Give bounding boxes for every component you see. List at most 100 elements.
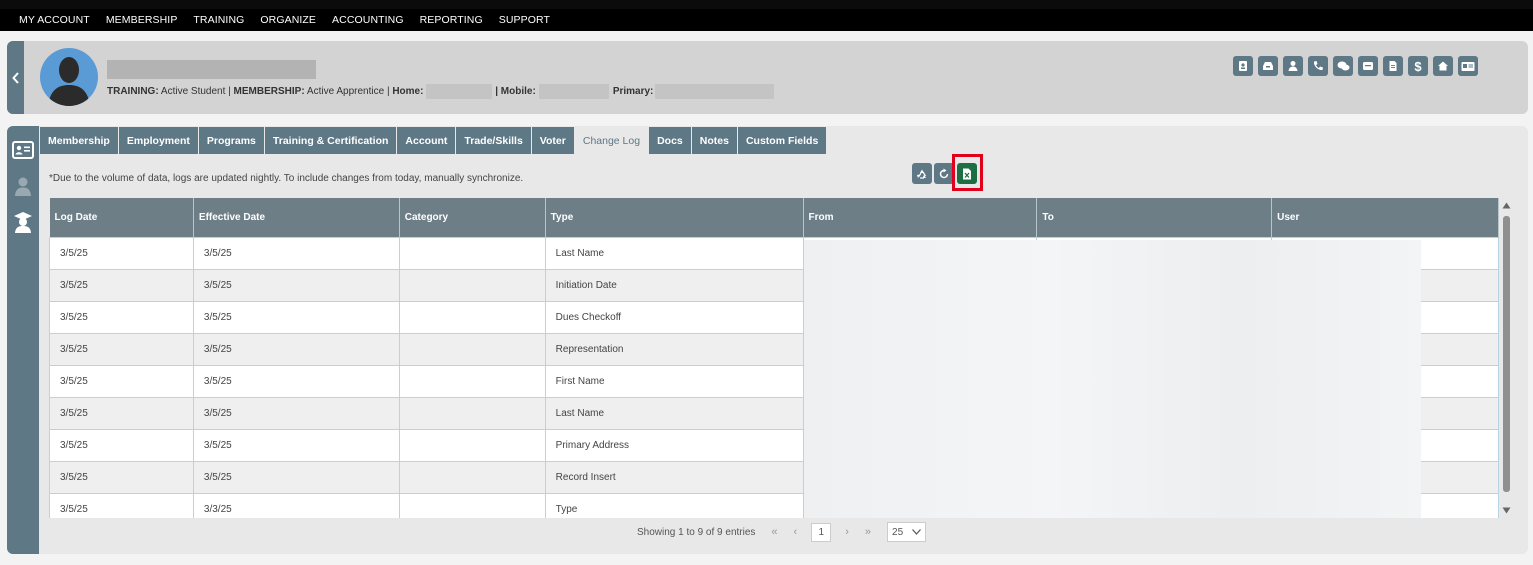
col-type[interactable]: Type <box>545 198 804 237</box>
graduate-icon[interactable] <box>11 210 35 234</box>
cell-type: Type <box>544 492 804 518</box>
recycle-icon <box>917 169 927 179</box>
col-user[interactable]: User <box>1271 198 1499 237</box>
cell-effective-date: 3/5/25 <box>192 460 400 494</box>
side-nav <box>7 126 39 554</box>
next-page-button[interactable]: › <box>845 526 849 538</box>
id-badge-icon[interactable] <box>1233 56 1253 76</box>
nav-accounting[interactable]: ACCOUNTING <box>332 14 404 26</box>
table-header-row: Log Date Effective Date Category Type Fr… <box>49 198 1499 237</box>
cell-log-date: 3/5/25 <box>49 364 194 398</box>
membership-status: Active Apprentice | <box>304 86 393 97</box>
tab-programs[interactable]: Programs <box>198 127 264 154</box>
cell-effective-date: 3/5/25 <box>192 236 400 270</box>
cell-effective-date: 3/5/25 <box>192 300 400 334</box>
member-profile-icon[interactable] <box>11 174 35 198</box>
nav-reporting[interactable]: REPORTING <box>420 14 483 26</box>
page-size-value: 25 <box>892 526 904 538</box>
nav-membership[interactable]: MEMBERSHIP <box>106 14 178 26</box>
chat-icon[interactable] <box>1333 56 1353 76</box>
primary-redacted <box>655 84 775 99</box>
cell-effective-date: 3/5/25 <box>192 396 400 430</box>
person-icon[interactable] <box>1283 56 1303 76</box>
tab-trade-skills[interactable]: Trade/Skills <box>456 127 531 154</box>
cell-effective-date: 3/5/25 <box>192 332 400 366</box>
prev-page-button[interactable]: ‹ <box>794 526 798 538</box>
nav-training[interactable]: TRAINING <box>193 14 244 26</box>
cell-type: Last Name <box>544 396 804 430</box>
id-card-icon[interactable] <box>1458 56 1478 76</box>
header-actions: $ <box>1233 56 1478 76</box>
cell-type: First Name <box>544 364 804 398</box>
last-page-button[interactable]: » <box>865 526 871 538</box>
chevron-down-icon <box>912 529 921 535</box>
dollar-icon[interactable]: $ <box>1408 56 1428 76</box>
membership-label: MEMBERSHIP: <box>233 86 305 97</box>
cell-log-date: 3/5/25 <box>49 268 194 302</box>
phone-icon[interactable] <box>1308 56 1328 76</box>
tab-notes[interactable]: Notes <box>691 127 737 154</box>
entries-info: Showing 1 to 9 of 9 entries <box>637 526 756 538</box>
refresh-button[interactable] <box>934 163 954 184</box>
cell-log-date: 3/5/25 <box>49 492 194 518</box>
tab-change-log[interactable]: Change Log <box>574 127 649 154</box>
col-effective-date[interactable]: Effective Date <box>193 198 400 237</box>
training-label: TRAINING: <box>107 86 159 97</box>
recycle-button[interactable] <box>912 163 932 184</box>
scroll-down-icon[interactable] <box>1502 507 1511 514</box>
cell-log-date: 3/5/25 <box>49 460 194 494</box>
cell-category <box>398 396 546 430</box>
col-log-date[interactable]: Log Date <box>49 198 194 237</box>
cell-type: Primary Address <box>544 428 804 462</box>
cell-log-date: 3/5/25 <box>49 428 194 462</box>
cell-category <box>398 492 546 518</box>
highlight-box <box>952 154 983 191</box>
home-phone-label: Home: <box>392 86 424 97</box>
tab-custom-fields[interactable]: Custom Fields <box>737 127 827 154</box>
member-info-line: TRAINING: Active Student | MEMBERSHIP: A… <box>107 84 775 99</box>
mobile-label: | Mobile: <box>492 86 536 97</box>
cell-log-date: 3/5/25 <box>49 396 194 430</box>
primary-label: Primary: <box>612 86 654 97</box>
top-nav: MY ACCOUNT MEMBERSHIP TRAINING ORGANIZE … <box>0 0 1533 31</box>
cell-category <box>398 332 546 366</box>
first-page-button[interactable]: « <box>771 526 777 538</box>
archive-icon[interactable] <box>1358 56 1378 76</box>
cell-category <box>398 364 546 398</box>
cell-effective-date: 3/5/25 <box>192 364 400 398</box>
cell-log-date: 3/5/25 <box>49 236 194 270</box>
col-from[interactable]: From <box>803 198 1038 237</box>
mobile-phone-redacted <box>538 84 609 99</box>
col-to[interactable]: To <box>1036 198 1273 237</box>
cell-type: Dues Checkoff <box>544 300 804 334</box>
cell-type: Record Insert <box>544 460 804 494</box>
scroll-up-icon[interactable] <box>1502 202 1511 209</box>
nav-my-account[interactable]: MY ACCOUNT <box>19 14 90 26</box>
col-category[interactable]: Category <box>399 198 546 237</box>
tab-membership[interactable]: Membership <box>40 127 118 154</box>
tab-docs[interactable]: Docs <box>649 127 691 154</box>
member-name-redacted <box>107 60 316 79</box>
tab-account[interactable]: Account <box>397 127 456 154</box>
page-size-select[interactable]: 25 <box>887 522 927 542</box>
scroll-thumb[interactable] <box>1503 216 1510 492</box>
document-icon[interactable] <box>1383 56 1403 76</box>
person-silhouette-icon <box>48 57 90 106</box>
redacted-change-values <box>804 240 1421 518</box>
home-icon[interactable] <box>1433 56 1453 76</box>
cell-category <box>398 428 546 462</box>
tab-voter[interactable]: Voter <box>531 127 574 154</box>
inbox-icon[interactable] <box>1258 56 1278 76</box>
current-page-button[interactable]: 1 <box>811 522 832 542</box>
cell-category <box>398 236 546 270</box>
collapse-button[interactable] <box>7 41 24 114</box>
nav-support[interactable]: SUPPORT <box>499 14 550 26</box>
contact-card-icon[interactable] <box>11 138 35 162</box>
nav-organize[interactable]: ORGANIZE <box>260 14 316 26</box>
cell-category <box>398 268 546 302</box>
table-scrollbar[interactable] <box>1501 200 1512 517</box>
svg-text:$: $ <box>1414 59 1422 73</box>
tab-employment[interactable]: Employment <box>118 127 198 154</box>
tab-training-certification[interactable]: Training & Certification <box>264 127 397 154</box>
cell-type: Representation <box>544 332 804 366</box>
